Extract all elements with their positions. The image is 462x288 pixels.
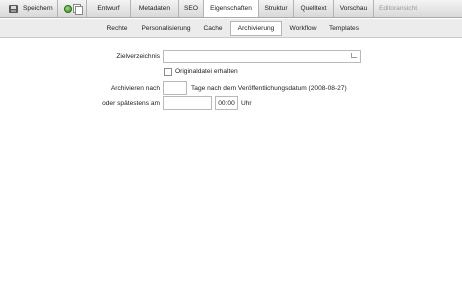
tab-quelltext[interactable]: Quelltext (294, 0, 334, 17)
folder-picker-icon[interactable] (351, 53, 357, 58)
tab-struktur[interactable]: Struktur (259, 0, 294, 17)
tab-metadaten[interactable]: Metadaten (131, 0, 179, 17)
tab-vorschau[interactable]: Vorschau (334, 0, 374, 17)
time-input[interactable]: 00:00 (215, 96, 238, 110)
target-directory-label: Zielverzeichnis (116, 53, 160, 60)
save-label: Speichern (23, 5, 53, 12)
latest-date-input[interactable] (163, 96, 212, 110)
time-unit-label: Uhr (241, 100, 252, 107)
subtab-rechte[interactable]: Rechte (101, 21, 133, 36)
tab-eigenschaften[interactable]: Eigenschaften (204, 0, 259, 17)
toolbar-icon-group[interactable] (58, 0, 87, 17)
sub-toolbar: Rechte Personalisierung Cache Archivieru… (0, 19, 462, 38)
copy-icon[interactable] (72, 4, 83, 15)
keep-original-checkbox[interactable] (164, 68, 172, 76)
save-disk-icon (9, 4, 18, 13)
subtab-personalisierung[interactable]: Personalisierung (136, 21, 196, 36)
save-button[interactable]: Speichern (0, 0, 58, 17)
target-directory-input[interactable] (163, 50, 361, 63)
keep-original-label: Originaldatei erhalten (175, 68, 238, 75)
subtab-archivierung[interactable]: Archivierung (230, 21, 282, 36)
publish-icon[interactable] (63, 4, 72, 13)
main-toolbar: Speichern Entwurf Metadaten SEO Eigensch… (0, 0, 462, 18)
archive-days-input[interactable] (163, 81, 187, 95)
tab-entwurf[interactable]: Entwurf (87, 0, 131, 17)
days-after-publication-text: Tage nach dem Veröffentlichungsdatum (20… (191, 85, 347, 92)
archive-after-label: Archivieren nach (110, 85, 160, 92)
tab-editoransicht[interactable]: Editoransicht (374, 0, 422, 17)
subtab-cache[interactable]: Cache (199, 21, 227, 36)
subtab-workflow[interactable]: Workflow (285, 21, 321, 36)
subtab-templates[interactable]: Templates (325, 21, 363, 36)
tab-seo[interactable]: SEO (179, 0, 204, 17)
latest-date-label: oder spätestens am (102, 100, 160, 107)
